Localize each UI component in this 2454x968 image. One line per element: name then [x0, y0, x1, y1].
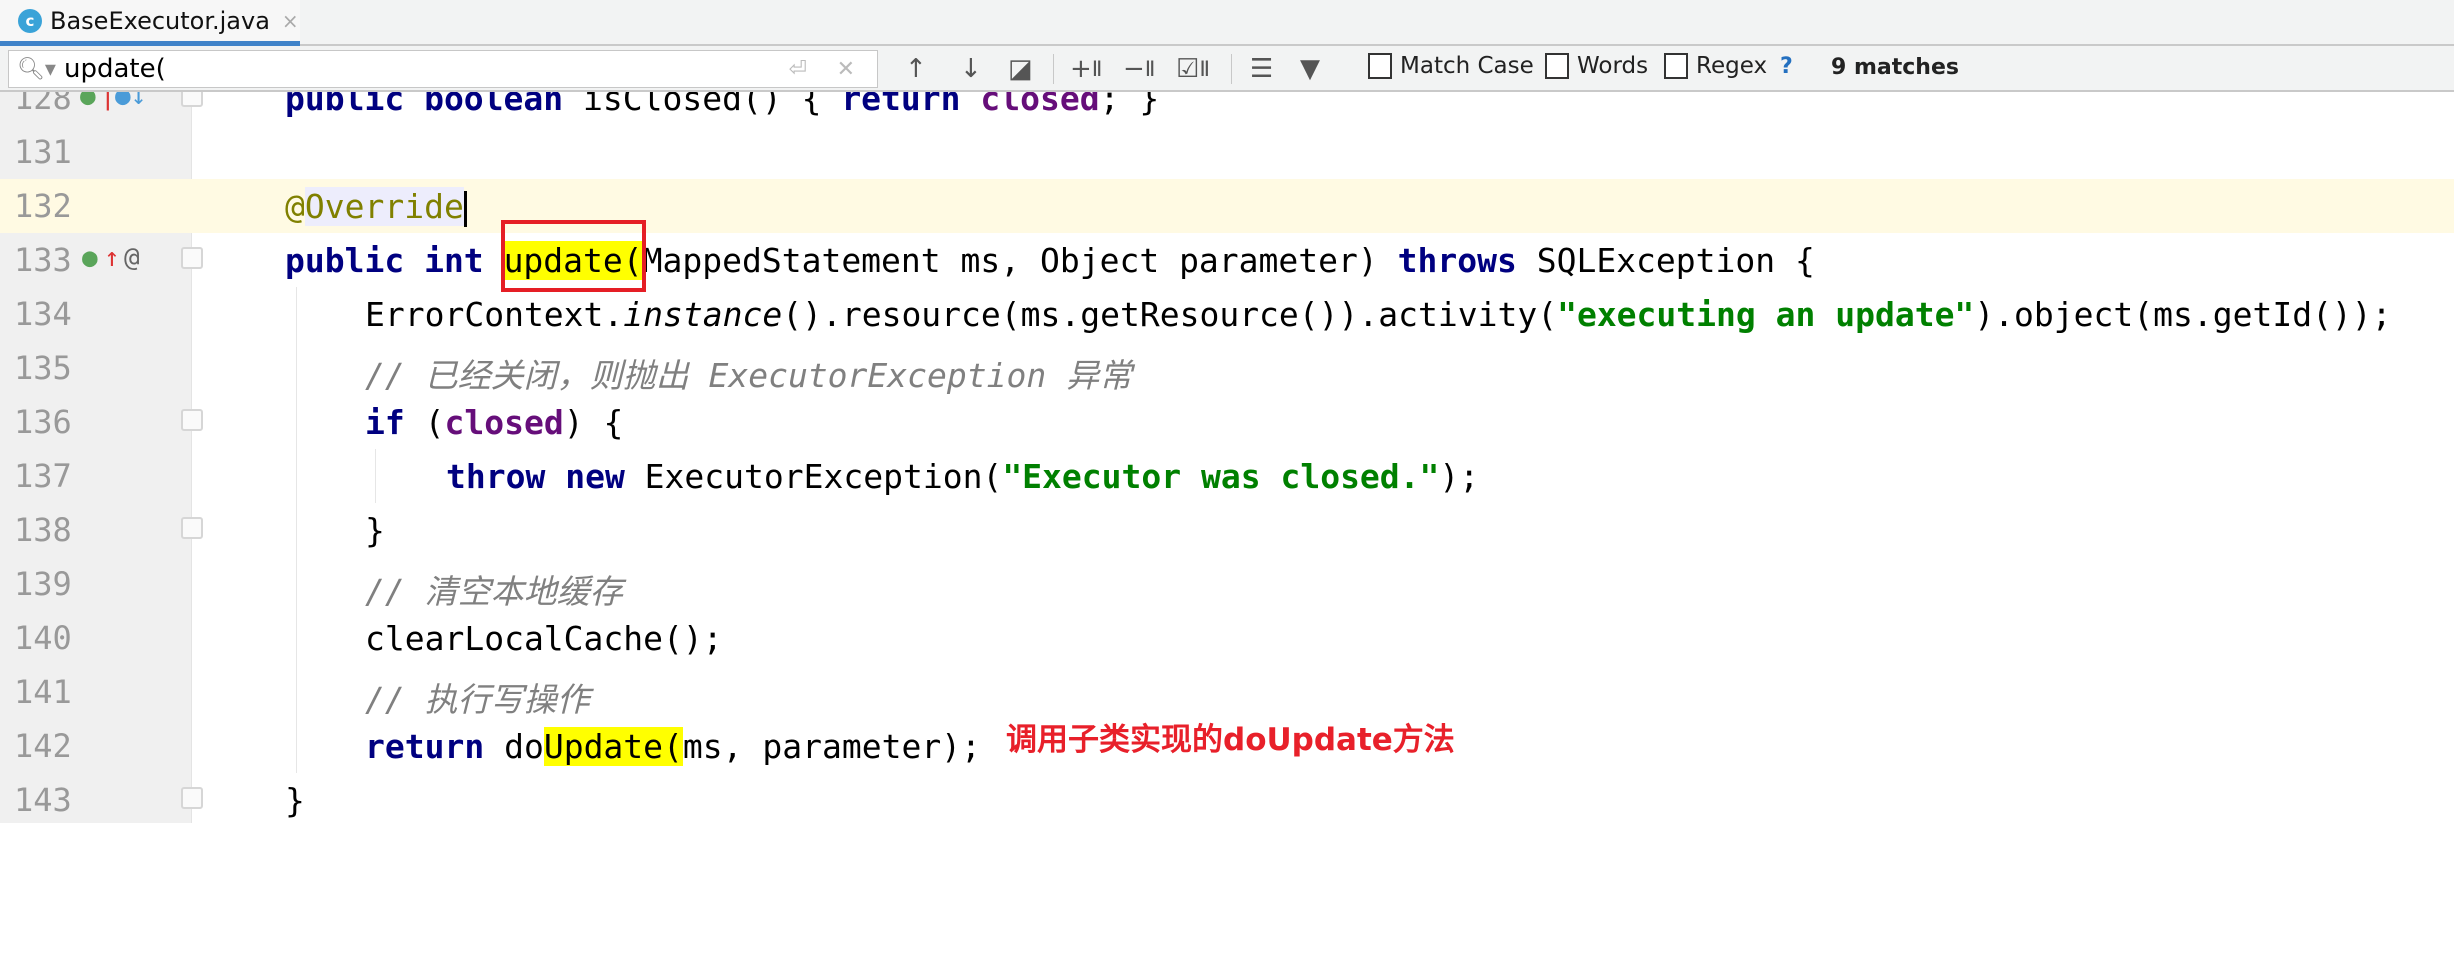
fold-marker-icon[interactable]	[181, 409, 203, 431]
regex-help-link[interactable]: ?	[1780, 54, 1793, 79]
line-number: 133	[14, 241, 72, 279]
fold-marker-icon[interactable]	[181, 247, 203, 269]
code-line: 143 }	[14, 781, 305, 820]
line-number: 138	[14, 511, 72, 549]
divider	[1053, 54, 1054, 84]
override-up-arrow-icon[interactable]: ↑	[104, 243, 120, 273]
match-case-checkbox[interactable]: Match Case	[1368, 53, 1534, 79]
code-line: 134 ErrorContext.instance().resource(ms.…	[0, 287, 2454, 341]
line-number: 140	[14, 619, 72, 657]
line-number: 137	[14, 457, 72, 495]
in-selection-button[interactable]: ☰	[1250, 52, 1273, 86]
checkbox-box[interactable]	[1368, 53, 1392, 79]
search-input[interactable]	[63, 54, 764, 84]
code-line: 133 ● ↑ @ public int update(MappedStatem…	[14, 241, 1815, 280]
editor-tab-bar: c BaseExecutor.java ×	[0, 0, 2454, 46]
match-count: 9 matches	[1831, 55, 1959, 80]
code-line: 139 // 清空本地缓存	[0, 557, 2454, 611]
tab-base-executor[interactable]: c BaseExecutor.java ×	[0, 0, 300, 46]
search-icon[interactable]: 🔍︎▾	[17, 57, 56, 82]
code-line: 136 if (closed) {	[0, 395, 2454, 449]
regex-checkbox[interactable]: Regex	[1664, 53, 1767, 79]
clear-search-icon[interactable]: ✕	[837, 57, 855, 82]
search-match: Update(	[543, 727, 683, 766]
code-line: 140 clearLocalCache();	[0, 611, 2454, 665]
find-in-window-button[interactable]: ◪	[1008, 52, 1033, 86]
checkbox-box[interactable]	[1664, 53, 1688, 79]
add-selection-button[interactable]: + Ⅱ	[1070, 52, 1102, 86]
multiline-icon[interactable]: ⏎	[789, 57, 807, 82]
annotation-note: 调用子类实现的doUpdate方法	[1006, 722, 1455, 758]
line-number: 134	[14, 295, 72, 333]
fold-marker-icon[interactable]	[181, 787, 203, 809]
annotation-at-icon: @	[124, 243, 140, 273]
line-number: 143	[14, 781, 72, 819]
line-number: 142	[14, 727, 72, 765]
line-number: 136	[14, 403, 72, 441]
next-match-button[interactable]: ↓	[960, 52, 982, 86]
code-line: 135 // 已经关闭，则抛出 ExecutorException 异常	[0, 341, 2454, 395]
search-field: 🔍︎▾ ⏎ ✕	[8, 50, 878, 88]
find-toolbar: 🔍︎▾ ⏎ ✕ ↑ ↓ ◪ +Ⅱ −Ⅱ ☑Ⅱ ☰ ▼ Match Case Wo…	[0, 46, 2454, 92]
code-line: 137 throw new ExecutorException("Executo…	[0, 449, 2454, 503]
checkbox-box[interactable]	[1545, 53, 1569, 79]
previous-match-button[interactable]: ↑	[905, 52, 927, 86]
highlight-box	[501, 220, 646, 292]
filter-icon[interactable]: ▼	[1300, 52, 1320, 86]
code-line: 141 // 执行写操作	[0, 665, 2454, 719]
line-number: 139	[14, 565, 72, 603]
code-line-current: 132 @Override	[0, 179, 2454, 233]
line-number: 132	[14, 187, 72, 225]
java-class-icon: c	[18, 8, 42, 33]
line-number: 131	[14, 133, 72, 171]
line-number: 135	[14, 349, 72, 387]
fold-marker-icon[interactable]	[181, 517, 203, 539]
line-number: 141	[14, 673, 72, 711]
select-all-occurrences-button[interactable]: ☑ Ⅱ	[1176, 52, 1210, 86]
text-caret	[463, 190, 467, 227]
words-checkbox[interactable]: Words	[1545, 53, 1648, 79]
code-line: 131	[0, 125, 2454, 179]
implements-icon[interactable]: ●	[82, 243, 98, 273]
divider	[1231, 54, 1232, 84]
code-line: 138 }	[0, 503, 2454, 557]
tab-label: BaseExecutor.java	[50, 6, 270, 35]
close-tab-icon[interactable]: ×	[282, 9, 299, 33]
remove-selection-button[interactable]: − Ⅱ	[1123, 52, 1155, 86]
